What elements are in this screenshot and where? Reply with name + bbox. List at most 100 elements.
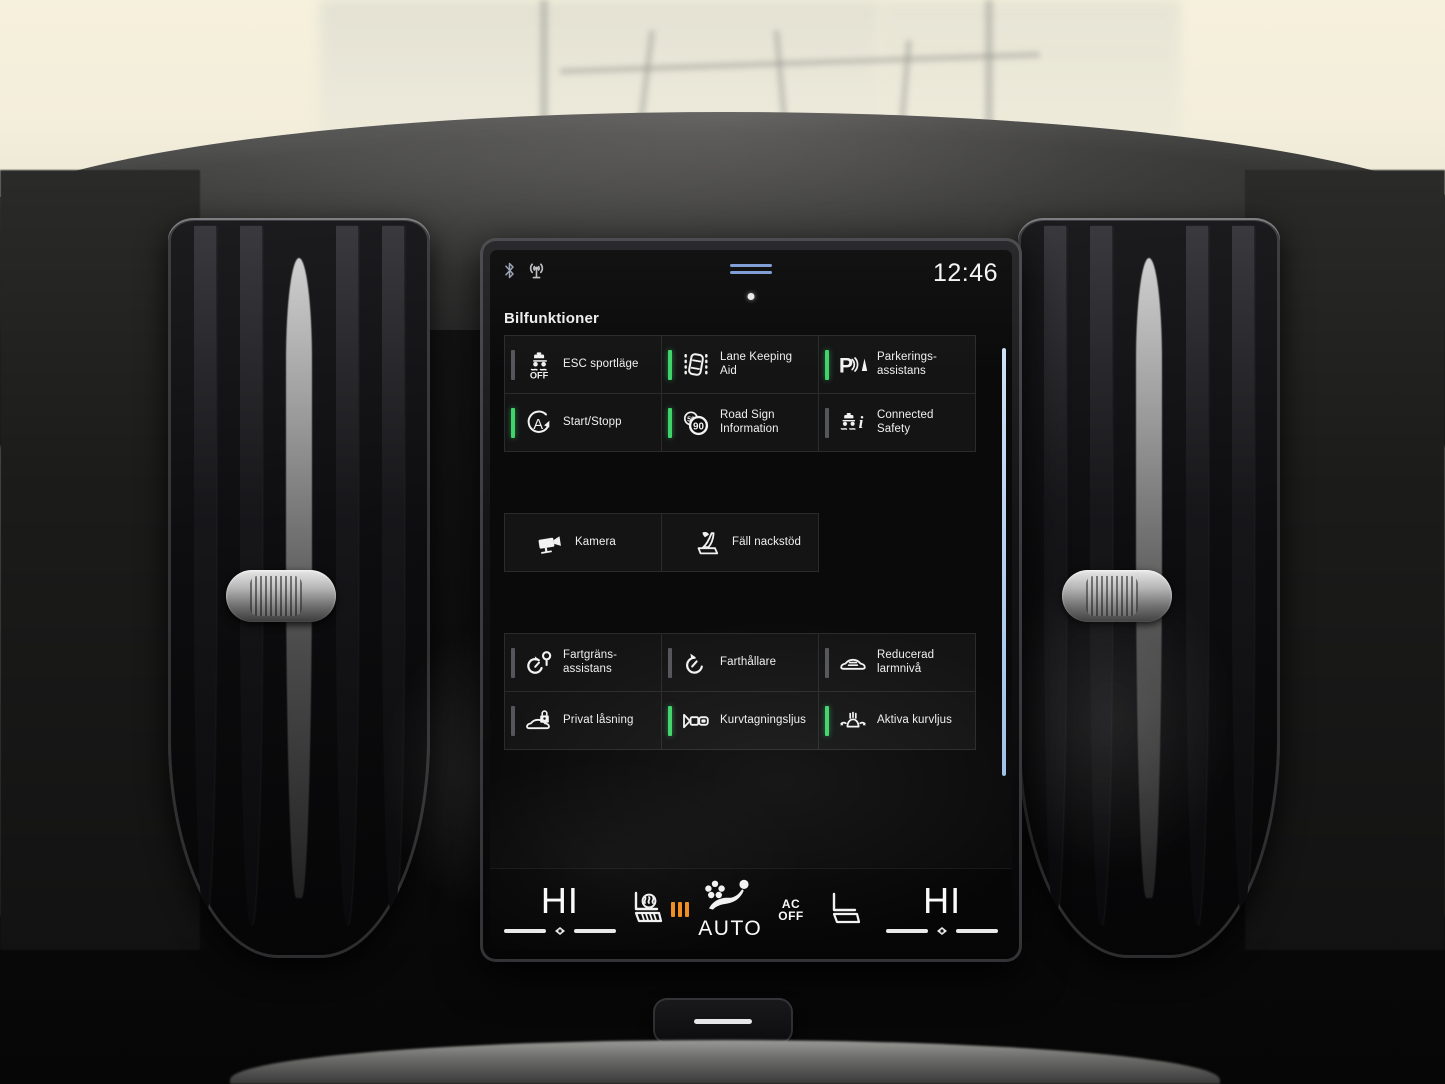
status-indicator — [668, 647, 672, 678]
svg-text:P: P — [839, 354, 853, 377]
tile-label: Road Sign Information — [720, 409, 779, 435]
tile-label: Kurvtagningsljus — [720, 713, 806, 726]
tile-label: Lane Keeping Aid — [720, 351, 793, 377]
status-indicator — [825, 349, 829, 380]
auto-label: AUTO — [698, 917, 763, 940]
park-assist-icon: P — [836, 348, 870, 382]
tile-label: Farthållare — [720, 655, 777, 668]
antenna-icon — [527, 262, 546, 284]
lane-keeping-aid-icon — [679, 348, 713, 382]
tile-label: ESC sportläge — [563, 357, 639, 370]
cruise-control-icon — [679, 646, 713, 680]
tile-label: Parkerings- assistans — [877, 351, 937, 377]
auto-airflow-icon — [703, 878, 757, 919]
tile-empty — [818, 513, 976, 572]
tile-aktiva-kurvljus[interactable]: Aktiva kurvljus — [818, 691, 976, 750]
tile-label: Reducerad larmnivå — [877, 649, 935, 675]
passenger-temp-slider[interactable] — [886, 924, 999, 938]
tile-row: OFF ESC sportläge Lane Keeping Aid P Par… — [504, 335, 998, 394]
status-indicator — [523, 528, 527, 558]
vertical-scrollbar[interactable] — [1002, 348, 1006, 776]
driver-temp-slider[interactable] — [503, 924, 616, 938]
tile-esc-sportlage[interactable]: OFF ESC sportläge — [504, 335, 662, 394]
driver-temperature-value: HI — [540, 879, 579, 921]
camera-icon — [534, 526, 568, 560]
passenger-temperature-control[interactable]: HI — [884, 879, 1000, 938]
bluetooth-icon — [504, 262, 515, 284]
driver-seat-heat-button[interactable] — [618, 885, 698, 934]
ac-label-top: AC — [781, 896, 801, 911]
tile-road-sign-information[interactable]: 50 90 Road Sign Information — [661, 393, 819, 452]
start-stop-icon: A — [522, 406, 556, 440]
auto-climate-button[interactable]: AUTO — [698, 878, 762, 941]
drag-handle-icon[interactable] — [730, 264, 772, 278]
tile-privat-lasning[interactable]: Privat låsning — [504, 691, 662, 750]
status-indicator — [511, 349, 515, 380]
svg-text:OFF: OFF — [530, 370, 549, 379]
passenger-seat-button[interactable] — [804, 885, 884, 934]
car-functions-grid: OFF ESC sportläge Lane Keeping Aid P Par… — [490, 335, 1012, 750]
grid-gap — [504, 571, 998, 633]
tile-fall-nackstod[interactable]: Fäll nackstöd — [661, 513, 819, 572]
tile-connected-safety[interactable]: i Connected Safety — [818, 393, 976, 452]
tile-fartgransassistans[interactable]: Fartgräns- assistans — [504, 633, 662, 692]
heated-seat-icon — [627, 885, 667, 934]
passenger-temperature-value: HI — [923, 879, 962, 921]
tile-row: Fartgräns- assistans Farthållare Reducer… — [504, 633, 998, 692]
tile-kurvtagningsljus[interactable]: Kurvtagningsljus — [661, 691, 819, 750]
tile-row: Kamera Fäll nackstöd — [504, 513, 998, 572]
tile-row: A Start/Stopp 50 90 Road Sign Informatio… — [504, 393, 998, 452]
tile-label: Privat låsning — [563, 713, 634, 726]
tile-lane-keeping-aid[interactable]: Lane Keeping Aid — [661, 335, 819, 394]
fold-headrest-icon — [691, 526, 725, 560]
grid-gap — [504, 451, 998, 513]
air-vent-right[interactable] — [1018, 218, 1280, 958]
connected-safety-icon: i — [836, 406, 870, 440]
status-indicator — [825, 705, 829, 736]
status-indicator — [511, 407, 515, 438]
tile-reducerad-larmniva[interactable]: Reducerad larmnivå — [818, 633, 976, 692]
driver-temperature-control[interactable]: HI — [502, 879, 618, 938]
status-indicator — [825, 647, 829, 678]
air-vent-left[interactable] — [168, 218, 430, 958]
road-sign-90-icon: 50 90 — [679, 406, 713, 440]
status-indicator — [668, 349, 672, 380]
clock: 12:46 — [932, 258, 998, 287]
status-indicator — [825, 407, 829, 438]
tile-label: Kamera — [575, 535, 616, 548]
speed-limiter-icon — [522, 646, 556, 680]
ac-label-bottom: OFF — [778, 908, 804, 923]
svg-text:A: A — [533, 416, 543, 432]
status-indicator — [680, 528, 684, 558]
status-indicator — [668, 705, 672, 736]
vent-knob-right[interactable] — [1062, 570, 1172, 622]
ac-status[interactable]: AC OFF — [778, 898, 804, 922]
auto-climate-group: AUTO AC OFF — [698, 878, 803, 941]
tile-label: Aktiva kurvljus — [877, 713, 952, 726]
seat-heat-level — [671, 902, 690, 917]
infotainment-display[interactable]: 12:46 Bilfunktioner OFF ESC sportläge La… — [490, 250, 1012, 950]
svg-text:90: 90 — [693, 421, 704, 432]
tile-label: Fartgräns- assistans — [563, 649, 618, 675]
tile-label: Start/Stopp — [563, 415, 622, 428]
status-indicator — [511, 705, 515, 736]
tile-parkeringsassistans[interactable]: P Parkerings- assistans — [818, 335, 976, 394]
scrollbar-thumb[interactable] — [1002, 348, 1006, 776]
car-interior-photo: 12:46 Bilfunktioner OFF ESC sportläge La… — [0, 0, 1445, 1084]
temp-slider-icon — [934, 924, 950, 938]
status-bar: 12:46 — [490, 250, 1012, 296]
cornering-light-icon — [679, 704, 713, 738]
reduced-alarm-icon — [836, 646, 870, 680]
vent-knob-left[interactable] — [226, 570, 336, 622]
tile-row: Privat låsning Kurvtagningsljus Aktiva k… — [504, 691, 998, 750]
infotainment-bezel: 12:46 Bilfunktioner OFF ESC sportläge La… — [480, 238, 1022, 962]
tile-farthallare[interactable]: Farthållare — [661, 633, 819, 692]
tile-kamera[interactable]: Kamera — [504, 513, 662, 572]
page-indicator-dot — [747, 293, 755, 300]
home-button[interactable] — [652, 998, 793, 1044]
tile-label: Connected Safety — [877, 409, 934, 435]
status-indicator — [668, 407, 672, 438]
tile-start-stopp[interactable]: A Start/Stopp — [504, 393, 662, 452]
page-title: Bilfunktioner — [504, 310, 600, 327]
active-bending-light-icon — [836, 704, 870, 738]
